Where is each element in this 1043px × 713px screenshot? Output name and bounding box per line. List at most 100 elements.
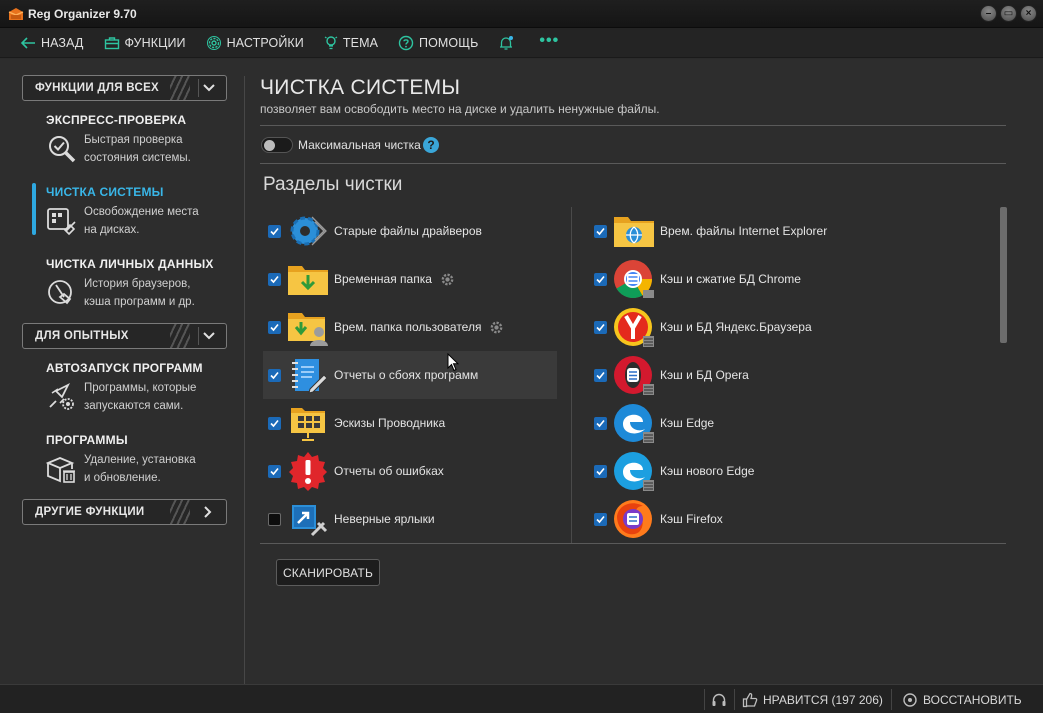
more-dots-icon: •••: [539, 31, 560, 49]
arrow-left-icon: [20, 36, 35, 49]
list-item[interactable]: Кэш и БД Opera: [590, 351, 990, 399]
sidebar-item-title: АВТОЗАПУСК ПРОГРАММ: [46, 361, 203, 375]
headset-icon: [712, 693, 726, 706]
sidebar-item-desc-line2: и обновление.: [84, 472, 161, 484]
checkbox[interactable]: [268, 368, 281, 382]
back-button[interactable]: НАЗАД: [20, 36, 84, 50]
settings-gear-icon[interactable]: [489, 320, 504, 335]
list-item-label: Эскизы Проводника: [334, 416, 446, 430]
scan-button[interactable]: СКАНИРОВАТЬ: [276, 559, 380, 586]
group-functions-for-all[interactable]: ФУНКЦИИ ДЛЯ ВСЕХ: [22, 75, 227, 101]
theme-label: ТЕМА: [342, 35, 379, 50]
sidebar-item-personal-data[interactable]: ЧИСТКА ЛИЧНЫХ ДАННЫХ История браузеров, …: [46, 257, 236, 311]
checkbox[interactable]: [268, 512, 281, 526]
list-item[interactable]: Эскизы Проводника: [263, 399, 557, 447]
minimize-button[interactable]: –: [980, 5, 997, 22]
checkbox[interactable]: [594, 464, 607, 478]
chrome-icon: [613, 258, 655, 300]
restore-button[interactable]: ВОССТАНОВИТЬ: [902, 685, 1022, 713]
list-item[interactable]: Кэш и сжатие БД Chrome: [590, 255, 990, 303]
checkbox[interactable]: [594, 512, 607, 526]
temp-folder-icon: [287, 258, 329, 300]
sidebar-item-desc-line1: Освобождение места: [84, 206, 199, 218]
list-item[interactable]: Неверные ярлыки: [263, 495, 557, 543]
sidebar-item-desc-line2: состояния системы.: [84, 152, 191, 164]
sidebar-item-title: ПРОГРАММЫ: [46, 433, 128, 447]
checkbox[interactable]: [594, 320, 607, 334]
checkbox[interactable]: [594, 368, 607, 382]
max-clean-toggle[interactable]: [261, 137, 293, 153]
new-edge-icon: [613, 450, 655, 492]
support-button[interactable]: [711, 685, 727, 713]
like-button[interactable]: НРАВИТСЯ (197 206): [742, 685, 883, 713]
list-item[interactable]: Врем. папка пользователя: [263, 303, 557, 351]
divider: [260, 543, 1006, 544]
sidebar-item-express-check[interactable]: ЭКСПРЕСС-ПРОВЕРКА Быстрая проверка состо…: [46, 113, 236, 167]
checkbox[interactable]: [268, 224, 281, 238]
list-item-label: Неверные ярлыки: [334, 512, 435, 526]
list-item-label: Кэш нового Edge: [660, 464, 755, 478]
app-logo-icon: [8, 8, 24, 20]
list-item[interactable]: Врем. файлы Internet Explorer: [590, 207, 990, 255]
list-item[interactable]: Временная папка: [263, 255, 557, 303]
list-item[interactable]: Кэш Edge: [590, 399, 990, 447]
sections-title: Разделы чистки: [263, 174, 403, 195]
group-for-advanced[interactable]: ДЛЯ ОПЫТНЫХ: [22, 323, 227, 349]
thumbs-up-icon: [742, 692, 758, 707]
rocket-gear-icon: [49, 382, 74, 410]
error-report-icon: [287, 450, 329, 492]
group-other-functions[interactable]: ДРУГИЕ ФУНКЦИИ: [22, 499, 227, 525]
checkbox[interactable]: [594, 224, 607, 238]
sidebar-item-autorun[interactable]: АВТОЗАПУСК ПРОГРАММ Программы, которые з…: [46, 361, 236, 415]
group-for-advanced-label: ДЛЯ ОПЫТНЫХ: [35, 330, 129, 342]
active-indicator: [32, 183, 36, 235]
restore-label: ВОССТАНОВИТЬ: [923, 692, 1022, 707]
more-button[interactable]: •••: [539, 32, 559, 50]
window-title: Reg Organizer 9.70: [28, 7, 137, 21]
list-item-label: Старые файлы драйверов: [334, 224, 482, 238]
checkbox[interactable]: [594, 272, 607, 286]
sidebar-item-programs[interactable]: ПРОГРАММЫ Удаление, установка и обновлен…: [46, 433, 236, 487]
settings-button[interactable]: НАСТРОЙКИ: [206, 35, 304, 51]
list-item[interactable]: Кэш Firefox: [590, 495, 990, 543]
scrollbar[interactable]: [1000, 207, 1007, 343]
list-item[interactable]: Отчеты о сбоях программ: [263, 351, 557, 399]
page-subtitle: позволяет вам освободить место на диске …: [260, 102, 660, 116]
checkbox[interactable]: [268, 320, 281, 334]
checkbox[interactable]: [594, 416, 607, 430]
checkbox[interactable]: [268, 272, 281, 286]
list-item-label: Врем. файлы Internet Explorer: [660, 224, 828, 238]
sidebar-item-title: ЭКСПРЕСС-ПРОВЕРКА: [46, 113, 187, 127]
checkbox[interactable]: [268, 416, 281, 430]
separator: [734, 689, 735, 710]
list-item[interactable]: Отчеты об ошибках: [263, 447, 557, 495]
separator: [891, 689, 892, 710]
help-icon[interactable]: ?: [423, 137, 439, 153]
edge-icon: [613, 402, 655, 444]
sidebar-item-desc-line2: запускаются сами.: [84, 400, 184, 412]
lightbulb-icon: [324, 35, 338, 49]
theme-button[interactable]: ТЕМА: [324, 35, 378, 51]
settings-gear-icon[interactable]: [440, 272, 455, 287]
notifications-button[interactable]: [498, 35, 519, 51]
sidebar-item-desc-line2: на дисках.: [84, 224, 140, 236]
group-functions-for-all-label: ФУНКЦИИ ДЛЯ ВСЕХ: [35, 82, 160, 94]
help-button[interactable]: ПОМОЩЬ: [398, 35, 478, 51]
stripes-decoration: [170, 76, 190, 100]
disk-broom-icon: [47, 208, 76, 236]
list-item-label: Кэш и сжатие БД Chrome: [660, 272, 801, 286]
maximize-button[interactable]: ▭: [1000, 5, 1017, 22]
list-item[interactable]: Кэш нового Edge: [590, 447, 990, 495]
status-bar: НРАВИТСЯ (197 206) ВОССТАНОВИТЬ: [0, 684, 1043, 713]
list-item-label: Кэш и БД Opera: [660, 368, 749, 382]
chevron-down-icon: [198, 79, 218, 97]
sidebar-item-system-cleaning[interactable]: ЧИСТКА СИСТЕМЫ Освобождение места на дис…: [46, 185, 236, 239]
list-item-label: Временная папка: [334, 272, 432, 286]
functions-button[interactable]: ФУНКЦИИ: [104, 36, 186, 50]
group-other-functions-label: ДРУГИЕ ФУНКЦИИ: [35, 506, 145, 518]
list-item[interactable]: Старые файлы драйверов: [263, 207, 557, 255]
list-item[interactable]: Кэш и БД Яндекс.Браузера: [590, 303, 990, 351]
checkbox[interactable]: [268, 464, 281, 478]
user-folder-icon: [287, 306, 329, 348]
close-button[interactable]: ×: [1020, 5, 1037, 22]
